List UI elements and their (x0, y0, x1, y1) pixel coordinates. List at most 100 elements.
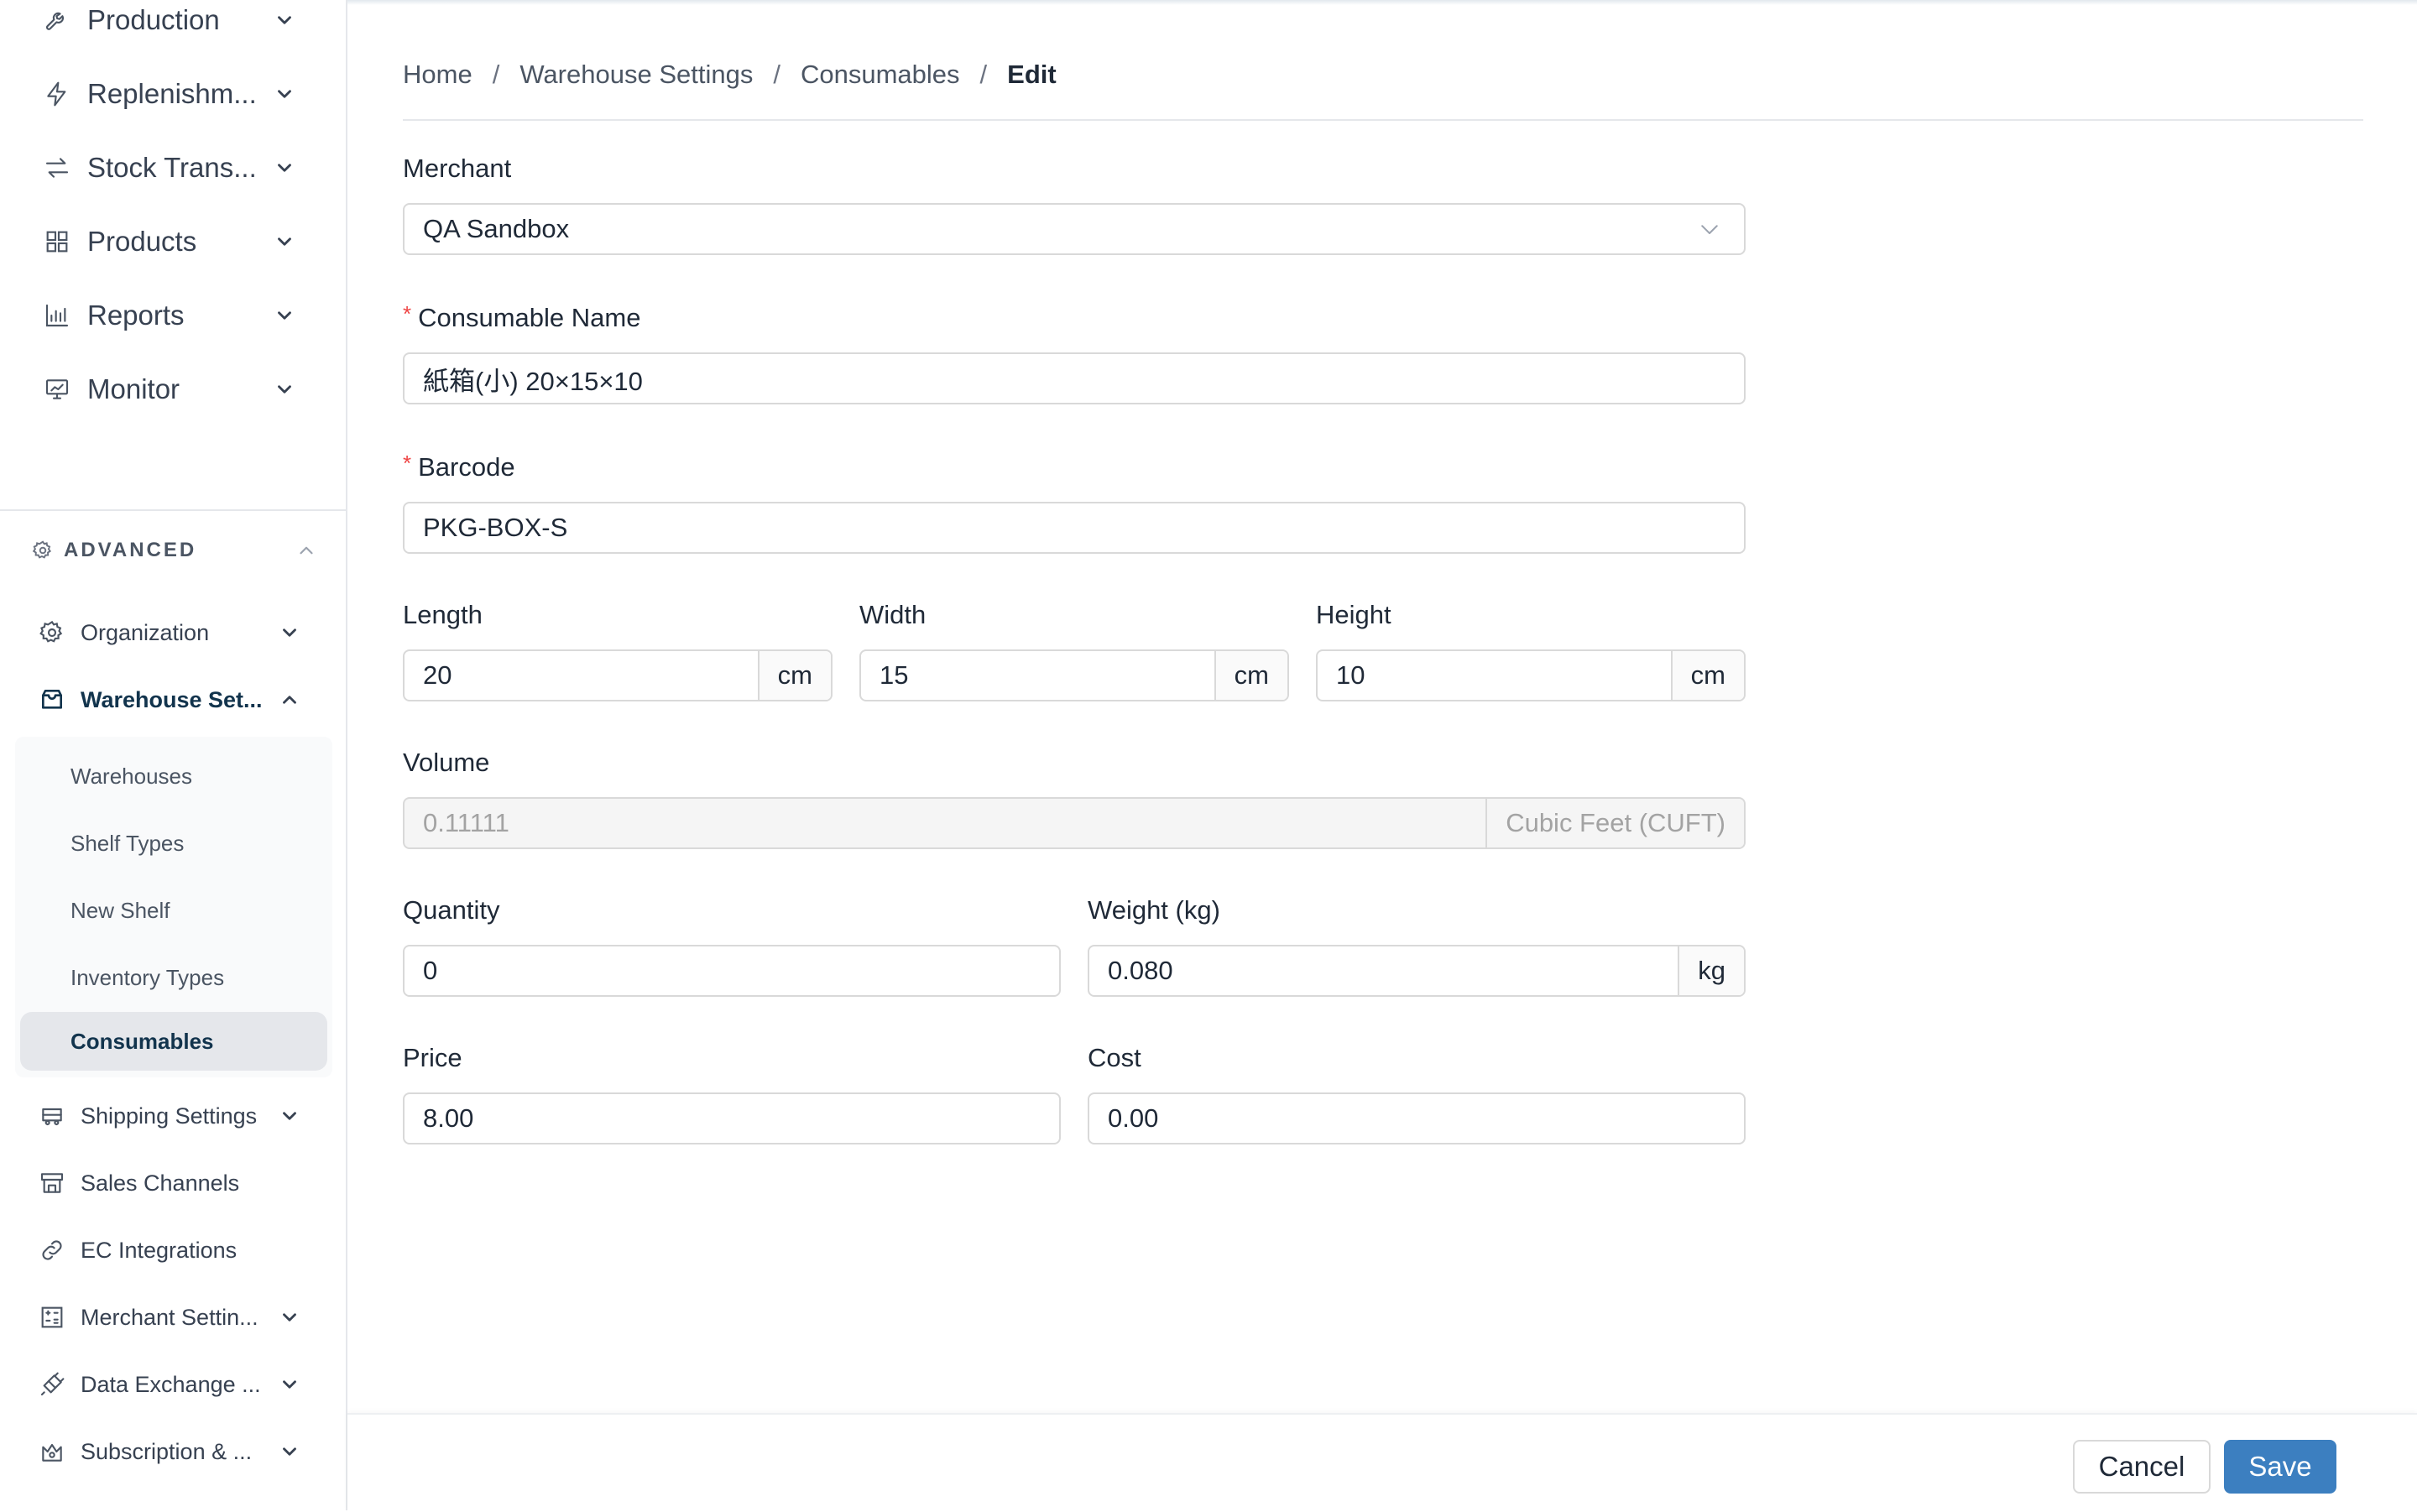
consumable-name-value: 紙箱(小) 20×15×10 (423, 366, 643, 396)
weight-unit: kg (1678, 946, 1744, 995)
nav-item-label: Stock Trans... (87, 152, 257, 183)
sidebar-item-label: EC Integrations (81, 1237, 238, 1263)
nav-item-production[interactable]: Production (44, 0, 295, 45)
transfer-arrows-icon (44, 154, 70, 181)
merchant-select[interactable]: QA Sandbox (403, 203, 1746, 255)
advanced-section-title: ADVANCED (64, 539, 197, 561)
submenu-item-shelf-types[interactable]: Shelf Types (20, 814, 327, 873)
price-value: 8.00 (423, 1103, 474, 1133)
submenu-item-consumables[interactable]: Consumables (20, 1012, 327, 1071)
sidebar-item-sales-channels[interactable]: Sales Channels (39, 1160, 300, 1207)
sidebar-item-label: Merchant Settin... (81, 1304, 258, 1330)
length-unit: cm (757, 651, 831, 700)
plug-icon (39, 1371, 65, 1398)
submenu-item-new-shelf[interactable]: New Shelf (20, 881, 327, 940)
chevron-down-icon (274, 231, 295, 253)
nav-item-label: Replenishm... (87, 78, 257, 109)
truck-icon (39, 1103, 65, 1129)
sidebar-item-label: Warehouse Set... (81, 686, 263, 712)
nav-item-replenishment[interactable]: Replenishm... (44, 69, 295, 119)
sidebar-item-label: Sales Channels (81, 1170, 240, 1196)
wrench-icon (44, 7, 70, 34)
sidebar-item-warehouse-settings[interactable]: Warehouse Set... (39, 676, 300, 723)
sidebar-item-label: Organization (81, 619, 210, 645)
sidebar-item-organization[interactable]: Organization (39, 609, 300, 656)
form-footer: Cancel Save (347, 1413, 2417, 1512)
sidebar: Production Replenishm... Stock Trans... … (0, 0, 347, 1510)
nav-item-monitor[interactable]: Monitor (44, 364, 295, 414)
chevron-down-icon (1697, 216, 1722, 242)
required-mark: * (403, 301, 412, 326)
consumable-name-label: * Consumable Name (403, 301, 641, 332)
cost-label: Cost (1088, 1043, 1141, 1072)
breadcrumb-separator: / (979, 60, 988, 89)
sidebar-item-ec-integrations[interactable]: EC Integrations (39, 1227, 300, 1274)
sidebar-item-subscription[interactable]: Subscription & ... (39, 1428, 300, 1475)
cost-value: 0.00 (1108, 1103, 1159, 1133)
chevron-up-icon (279, 689, 300, 711)
storefront-icon (39, 1170, 65, 1197)
nav-item-label: Production (87, 4, 220, 35)
merchant-label: Merchant (403, 154, 512, 183)
monitor-chart-icon (44, 376, 70, 403)
height-input[interactable]: 10 cm (1316, 649, 1746, 701)
chevron-down-icon (274, 157, 295, 179)
breadcrumb: Home / Warehouse Settings / Consumables … (403, 55, 1057, 94)
gear-icon (32, 540, 54, 561)
cancel-button[interactable]: Cancel (2073, 1440, 2211, 1494)
required-mark: * (403, 451, 412, 476)
main-content: Home / Warehouse Settings / Consumables … (347, 0, 2417, 1512)
volume-value: 0.11111 (423, 808, 509, 837)
grid-icon (44, 228, 70, 255)
price-label: Price (403, 1043, 462, 1072)
quantity-input[interactable]: 0 (403, 945, 1061, 997)
gear-icon (39, 619, 65, 646)
nav-item-reports[interactable]: Reports (44, 290, 295, 341)
width-input[interactable]: 15 cm (859, 649, 1289, 701)
barcode-value: PKG-BOX-S (423, 513, 568, 542)
barcode-input[interactable]: PKG-BOX-S (403, 502, 1746, 554)
sidebar-item-label: Subscription & ... (81, 1438, 253, 1464)
breadcrumb-divider (403, 119, 2363, 121)
nav-item-products[interactable]: Products (44, 216, 295, 267)
link-icon (39, 1237, 65, 1264)
width-unit: cm (1214, 651, 1287, 700)
chevron-down-icon (279, 622, 300, 644)
sidebar-item-merchant-settings[interactable]: Merchant Settin... (39, 1294, 300, 1341)
calculator-icon (39, 1304, 65, 1331)
chevron-down-icon (279, 1306, 300, 1328)
nav-item-stock-transfer[interactable]: Stock Trans... (44, 143, 295, 193)
save-button[interactable]: Save (2224, 1440, 2336, 1494)
breadcrumb-consumables[interactable]: Consumables (801, 60, 960, 90)
sidebar-item-shipping-settings[interactable]: Shipping Settings (39, 1092, 300, 1139)
volume-input: 0.11111 Cubic Feet (CUFT) (403, 797, 1746, 849)
lightning-icon (44, 81, 70, 107)
cost-input[interactable]: 0.00 (1088, 1092, 1746, 1144)
height-label: Height (1316, 600, 1391, 629)
nav-item-label: Reports (87, 300, 185, 331)
length-label: Length (403, 600, 483, 629)
volume-unit: Cubic Feet (CUFT) (1485, 799, 1744, 847)
consumable-name-input[interactable]: 紙箱(小) 20×15×10 (403, 352, 1746, 404)
breadcrumb-current: Edit (1007, 60, 1057, 89)
weight-input[interactable]: 0.080 kg (1088, 945, 1746, 997)
warehouse-settings-submenu: Warehouses Shelf Types New Shelf Invento… (15, 737, 332, 1077)
breadcrumb-separator: / (492, 60, 500, 89)
chevron-up-icon (295, 540, 317, 561)
chevron-down-icon (279, 1374, 300, 1395)
sidebar-item-data-exchange[interactable]: Data Exchange ... (39, 1361, 300, 1408)
width-label: Width (859, 600, 927, 629)
breadcrumb-home[interactable]: Home (403, 60, 472, 90)
volume-label: Volume (403, 748, 490, 777)
price-input[interactable]: 8.00 (403, 1092, 1061, 1144)
chevron-down-icon (274, 378, 295, 400)
advanced-section-header[interactable]: ADVANCED (32, 534, 317, 567)
inbox-icon (39, 686, 65, 713)
length-input[interactable]: 20 cm (403, 649, 833, 701)
submenu-item-warehouses[interactable]: Warehouses (20, 747, 327, 806)
quantity-value: 0 (423, 956, 438, 985)
barcode-label: * Barcode (403, 451, 515, 482)
submenu-item-inventory-types[interactable]: Inventory Types (20, 948, 327, 1007)
breadcrumb-warehouse-settings[interactable]: Warehouse Settings (519, 60, 753, 90)
height-unit: cm (1670, 651, 1744, 700)
